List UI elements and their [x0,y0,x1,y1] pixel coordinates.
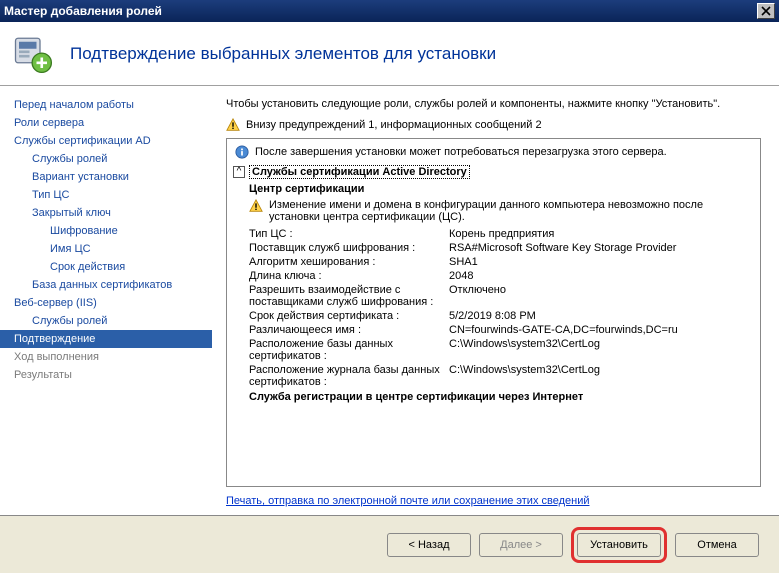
property-value: Отключено [449,284,754,308]
sidebar-item[interactable]: Службы ролей [0,312,212,330]
sub-heading-ca: Центр сертификации [233,181,754,197]
page-title: Подтверждение выбранных элементов для ус… [70,44,496,64]
details-box[interactable]: После завершения установки может потребо… [226,138,761,487]
property-value: CN=fourwinds-GATE-CA,DC=fourwinds,DC=ru [449,324,754,336]
instruction-text: Чтобы установить следующие роли, службы … [226,98,761,110]
sidebar-item[interactable]: Подтверждение [0,330,212,348]
property-value: 5/2/2019 8:08 PM [449,310,754,322]
property-key: Поставщик служб шифрования : [249,242,449,254]
sidebar-item[interactable]: Имя ЦС [0,240,212,258]
sidebar-item[interactable]: Вариант установки [0,168,212,186]
main-panel: Чтобы установить следующие роли, службы … [212,86,779,515]
property-value: RSA#Microsoft Software Key Storage Provi… [449,242,754,254]
sidebar-item[interactable]: Закрытый ключ [0,204,212,222]
next-button: Далее > [479,533,563,557]
property-key: Длина ключа : [249,270,449,282]
warning-icon [226,118,240,132]
property-key: Различающееся имя : [249,324,449,336]
sidebar-item[interactable]: Тип ЦС [0,186,212,204]
sidebar-item: Результаты [0,366,212,384]
titlebar: Мастер добавления ролей [0,0,779,22]
close-button[interactable] [757,3,775,19]
property-value: C:\Windows\system32\CertLog [449,364,754,388]
property-key: Расположение журнала базы данных сертифи… [249,364,449,388]
property-row: Срок действия сертификата :5/2/2019 8:08… [233,309,754,323]
sidebar-item[interactable]: Шифрование [0,222,212,240]
property-key: Алгоритм хеширования : [249,256,449,268]
info-row: После завершения установки может потребо… [233,143,754,163]
close-icon [761,6,771,16]
property-key: Срок действия сертификата : [249,310,449,322]
property-row: Поставщик служб шифрования :RSA#Microsof… [233,241,754,255]
property-row: Длина ключа :2048 [233,269,754,283]
section-header: ^ Службы сертификации Active Directory [233,163,754,181]
property-value: C:\Windows\system32\CertLog [449,338,754,362]
collapse-icon[interactable]: ^ [233,166,245,178]
sidebar-item[interactable]: Веб-сервер (IIS) [0,294,212,312]
header: Подтверждение выбранных элементов для ус… [0,22,779,86]
property-row: Расположение базы данных сертификатов :C… [233,337,754,363]
sidebar: Перед началом работыРоли сервераСлужбы с… [0,86,212,515]
install-button[interactable]: Установить [577,533,661,557]
property-row: Разрешить взаимодействие с поставщиками … [233,283,754,309]
print-save-link[interactable]: Печать, отправка по электронной почте ил… [226,495,761,507]
info-text: После завершения установки может потребо… [255,146,667,158]
footer: < Назад Далее > Установить Отмена [0,515,779,573]
sidebar-item[interactable]: Службы ролей [0,150,212,168]
property-value: SHA1 [449,256,754,268]
body: Перед началом работыРоли сервераСлужбы с… [0,86,779,515]
cancel-button[interactable]: Отмена [675,533,759,557]
sidebar-item[interactable]: Службы сертификации AD [0,132,212,150]
sidebar-item[interactable]: Срок действия [0,258,212,276]
back-button[interactable]: < Назад [387,533,471,557]
window-title: Мастер добавления ролей [4,4,757,18]
property-key: Разрешить взаимодействие с поставщиками … [249,284,449,308]
warning-icon [249,199,263,213]
section-title: Службы сертификации Active Directory [249,165,470,179]
property-row: Тип ЦС :Корень предприятия [233,227,754,241]
wizard-icon [12,33,54,75]
property-row: Алгоритм хеширования :SHA1 [233,255,754,269]
sub-heading-webenroll: Служба регистрации в центре сертификации… [233,389,754,405]
inner-warning-text: Изменение имени и домена в конфигурации … [269,199,754,223]
warnings-summary-row: Внизу предупреждений 1, информационных с… [226,118,761,132]
install-highlight: Установить [571,527,667,563]
property-value: 2048 [449,270,754,282]
sidebar-item: Ход выполнения [0,348,212,366]
sidebar-item[interactable]: База данных сертификатов [0,276,212,294]
property-row: Расположение журнала базы данных сертифи… [233,363,754,389]
property-value: Корень предприятия [449,228,754,240]
property-key: Тип ЦС : [249,228,449,240]
info-icon [235,145,249,159]
inner-warning-row: Изменение имени и домена в конфигурации … [233,197,754,227]
property-key: Расположение базы данных сертификатов : [249,338,449,362]
property-row: Различающееся имя :CN=fourwinds-GATE-CA,… [233,323,754,337]
sidebar-item[interactable]: Роли сервера [0,114,212,132]
warnings-summary-text: Внизу предупреждений 1, информационных с… [246,119,542,131]
sidebar-item[interactable]: Перед началом работы [0,96,212,114]
